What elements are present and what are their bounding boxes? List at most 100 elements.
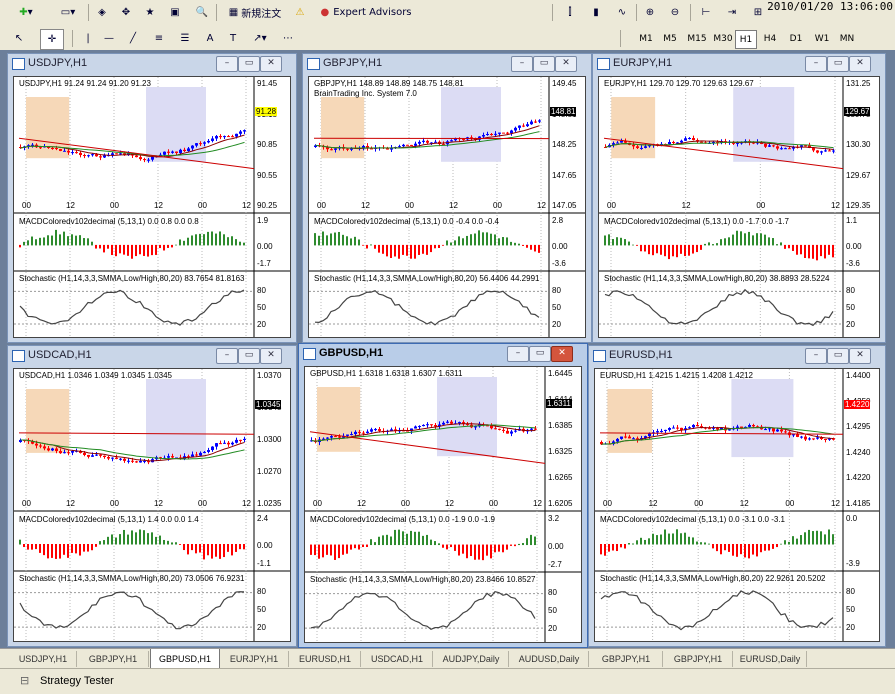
chart-tab[interactable]: EURJPY,H1 (220, 651, 289, 667)
close-button[interactable]: ✕ (260, 348, 282, 364)
window-titlebar[interactable]: USDCAD,H1–▭✕ (8, 346, 296, 364)
chart-tab[interactable]: GBPJPY,H1 (590, 651, 663, 667)
macd-bar (776, 244, 778, 245)
chart-tab[interactable]: EURUSD,Daily (734, 651, 807, 667)
zoom-in-icon[interactable]: ⊕ (640, 3, 660, 22)
close-button[interactable]: ✕ (849, 56, 871, 72)
timeframe-mn[interactable]: MN (837, 30, 857, 47)
bar-chart-icon[interactable]: ⫿ (560, 3, 580, 22)
line-chart-icon[interactable]: ∿ (612, 3, 632, 22)
strategy-tester-icon[interactable]: 🔍 (192, 3, 212, 22)
trendline-icon[interactable]: ╱ (124, 29, 142, 48)
minimize-button[interactable]: – (511, 56, 533, 72)
window-titlebar[interactable]: USDJPY,H1–▭✕ (8, 54, 296, 72)
candle (183, 150, 186, 151)
candle (99, 156, 102, 157)
macd-bar (219, 544, 221, 559)
zoom-out-icon[interactable]: ⊖ (665, 3, 685, 22)
chart-shift-icon[interactable]: ⊢ (696, 3, 716, 22)
chart-tab[interactable]: EURUSD,H1 (290, 651, 361, 667)
new-chart-button[interactable]: ✚▾ (8, 3, 44, 22)
candlestick-icon[interactable]: ▮ (586, 3, 606, 22)
timeframe-m1[interactable]: M1 (636, 30, 656, 47)
chart-tab[interactable]: USDCAD,H1 (362, 651, 433, 667)
window-titlebar[interactable]: GBPJPY,H1–▭✕ (303, 54, 591, 72)
minimize-button[interactable]: – (805, 56, 827, 72)
candle (139, 461, 142, 463)
indicators-icon[interactable]: ⊞ (748, 3, 768, 22)
minimize-button[interactable]: – (216, 56, 238, 72)
macd-bar (740, 231, 742, 245)
label-icon[interactable]: T (225, 29, 241, 48)
vertical-line-icon[interactable]: | (80, 29, 96, 48)
chart-window[interactable]: USDJPY,H1–▭✕ USDJPY,H1 91.24 91.24 91.20 … (7, 53, 297, 343)
profiles-button[interactable]: ▭▾ (50, 3, 86, 22)
maximize-button[interactable]: ▭ (827, 56, 849, 72)
macd-bar (454, 545, 456, 551)
timeframe-m5[interactable]: M5 (660, 30, 680, 47)
candle (688, 138, 691, 139)
crosshair-icon[interactable]: ✛ (40, 29, 64, 50)
minimize-button[interactable]: – (507, 346, 529, 362)
macd-bar (410, 531, 412, 545)
chart-area[interactable]: GBPUSD,H1 1.6318 1.6318 1.6307 1.63111.6… (304, 366, 582, 643)
price-tick: 1.6445 (548, 369, 572, 378)
maximize-button[interactable]: ▭ (238, 56, 260, 72)
chart-area[interactable]: EURJPY,H1 129.70 129.70 129.63 129.67131… (598, 76, 880, 338)
warning-icon[interactable]: ⚠ (290, 3, 310, 22)
candle (426, 141, 429, 143)
chart-window[interactable]: USDCAD,H1–▭✕ USDCAD,H1 1.0346 1.0349 1.03… (7, 345, 297, 647)
chart-tab[interactable]: AUDJPY,Daily (434, 651, 509, 667)
chart-area[interactable]: EURUSD,H1 1.4215 1.4215 1.4208 1.42121.4… (594, 368, 880, 642)
chart-window[interactable]: EURJPY,H1–▭✕ EURJPY,H1 129.70 129.70 129.… (592, 53, 886, 343)
chart-tab[interactable]: GBPUSD,H1 (150, 649, 220, 669)
market-watch-icon[interactable]: ◈ (92, 3, 112, 22)
chart-tab[interactable]: AUDUSD,Daily (510, 651, 589, 667)
timeframe-d1[interactable]: D1 (786, 30, 806, 47)
terminal-icon[interactable]: ▣ (165, 3, 185, 22)
text-icon[interactable]: A (202, 29, 218, 48)
chart-window[interactable]: EURUSD,H1–▭✕ EURUSD,H1 1.4215 1.4215 1.42… (588, 345, 886, 647)
fibonacci-icon[interactable]: ☰ (176, 29, 194, 48)
more-tools-icon[interactable]: ⋯ (278, 29, 298, 48)
chart-area[interactable]: USDJPY,H1 91.24 91.24 91.20 91.2391.4591… (13, 76, 291, 338)
close-button[interactable]: ✕ (260, 56, 282, 72)
timeframe-h4[interactable]: H4 (760, 30, 780, 47)
arrows-icon[interactable]: ↗▾ (250, 29, 270, 48)
timeframe-m30[interactable]: M30 (710, 30, 736, 47)
chart-tab[interactable]: GBPJPY,H1 (78, 651, 149, 667)
minimize-button[interactable]: – (805, 348, 827, 364)
chart-window[interactable]: GBPUSD,H1–▭✕ GBPUSD,H1 1.6318 1.6318 1.63… (298, 343, 588, 648)
chart-area[interactable]: USDCAD,H1 1.0346 1.0349 1.0345 1.03451.0… (13, 368, 291, 642)
candle (167, 456, 170, 458)
data-window-icon[interactable]: ✥ (116, 3, 136, 22)
cursor-icon[interactable]: ↖ (10, 29, 28, 48)
macd-bar (79, 544, 81, 556)
timeframe-h1[interactable]: H1 (735, 30, 757, 49)
maximize-button[interactable]: ▭ (533, 56, 555, 72)
window-titlebar[interactable]: EURUSD,H1–▭✕ (589, 346, 885, 364)
channel-icon[interactable]: ≡ (150, 29, 168, 48)
maximize-button[interactable]: ▭ (529, 346, 551, 362)
strategy-tester-tab[interactable]: Strategy Tester (40, 675, 114, 687)
navigator-icon[interactable]: ★ (140, 3, 160, 22)
expert-advisors-button[interactable]: ●Expert Advisors (314, 3, 418, 22)
new-order-icon: ▦ (229, 7, 238, 18)
minimize-button[interactable]: – (216, 348, 238, 364)
timeframe-m15[interactable]: M15 (684, 30, 710, 47)
chart-tab[interactable]: USDJPY,H1 (10, 651, 77, 667)
chart-area[interactable]: GBPJPY,H1 148.89 148.89 148.75 148.81Bra… (308, 76, 586, 338)
window-titlebar[interactable]: EURJPY,H1–▭✕ (593, 54, 885, 72)
new-order-button[interactable]: ▦新規注文 (222, 3, 288, 22)
close-button[interactable]: ✕ (849, 348, 871, 364)
maximize-button[interactable]: ▭ (827, 348, 849, 364)
close-button[interactable]: ✕ (551, 346, 573, 362)
window-titlebar[interactable]: GBPUSD,H1–▭✕ (299, 344, 587, 362)
chart-tab[interactable]: GBPJPY,H1 (664, 651, 733, 667)
close-button[interactable]: ✕ (555, 56, 577, 72)
auto-scroll-icon[interactable]: ⇥ (722, 3, 742, 22)
chart-window[interactable]: GBPJPY,H1–▭✕ GBPJPY,H1 148.89 148.89 148.… (302, 53, 592, 343)
horizontal-line-icon[interactable]: — (100, 29, 118, 48)
timeframe-w1[interactable]: W1 (812, 30, 832, 47)
maximize-button[interactable]: ▭ (238, 348, 260, 364)
